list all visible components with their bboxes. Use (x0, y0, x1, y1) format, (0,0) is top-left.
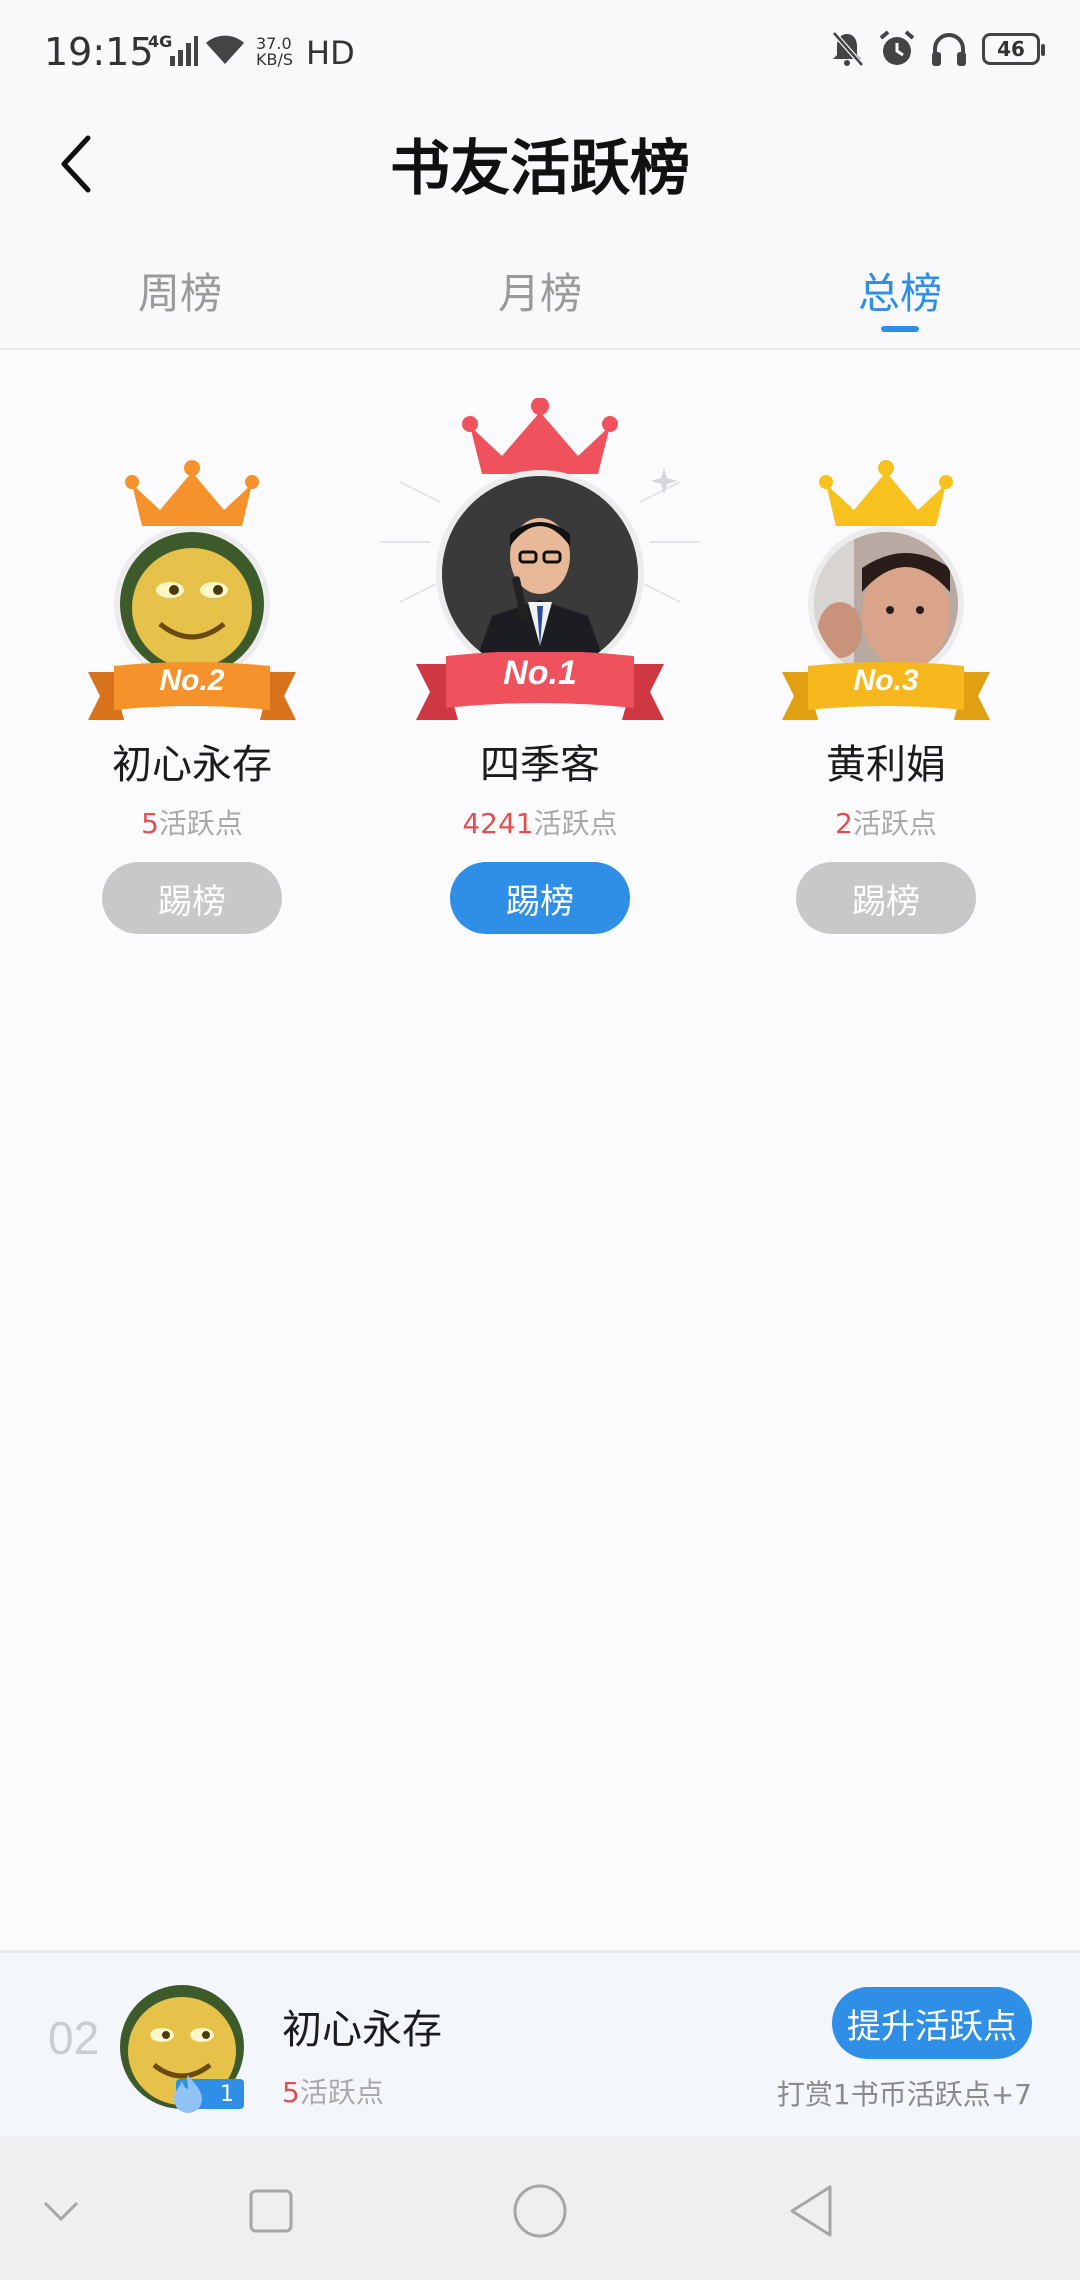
rank-name: 初心永存 (112, 742, 272, 788)
rank-points-value: 2 (835, 807, 853, 840)
square-icon (249, 2189, 293, 2233)
boost-activity-button[interactable]: 提升活跃点 (832, 1987, 1032, 2059)
nav-recents-button[interactable] (236, 2176, 306, 2246)
kick-button-label: 踢榜 (506, 881, 574, 922)
tab-bar: 周榜 月榜 总榜 (0, 230, 1080, 350)
header: 书友活跃榜 (0, 110, 1080, 230)
my-points: 5活跃点 (282, 2071, 384, 2111)
status-bar: 19:15 4G 37.0 KB/S HD 46 (0, 0, 1080, 110)
rank-third: No.3 黄利娟 2活跃点 踢榜 (736, 352, 1036, 952)
tab-total[interactable]: 总榜 (720, 230, 1080, 348)
my-rank-number: 02 (48, 2012, 100, 2064)
kick-button-label: 踢榜 (852, 881, 920, 922)
system-nav-bar (0, 2136, 1080, 2280)
kick-button-label: 踢榜 (158, 881, 226, 922)
my-name: 初心永存 (282, 2007, 442, 2053)
nav-home-button[interactable] (505, 2176, 575, 2246)
network-type: 4G (148, 32, 173, 51)
rank-name: 四季客 (480, 742, 600, 788)
kick-button[interactable]: 踢榜 (796, 862, 976, 934)
kick-button[interactable]: 踢榜 (102, 862, 282, 934)
my-points-value: 5 (282, 2076, 300, 2109)
triangle-back-icon (790, 2185, 832, 2237)
tab-weekly-label: 周榜 (137, 269, 222, 318)
tab-monthly[interactable]: 月榜 (360, 230, 720, 348)
rank-points-value: 5 (141, 807, 159, 840)
nav-back-button[interactable] (776, 2176, 846, 2246)
podium: No.2 初心永存 5活跃点 踢榜 No.1 四季客 4241活跃点 踢榜 No… (0, 352, 1080, 952)
rank-badge-no2: No.2 (159, 664, 225, 697)
rank-badge-no1: No.1 (503, 654, 577, 692)
circle-icon (513, 2184, 567, 2238)
network-speed: 37.0 KB/S (256, 36, 293, 68)
rank-name: 黄利娟 (826, 742, 946, 788)
rank-points-suffix: 活跃点 (533, 807, 618, 840)
battery-indicator: 46 (982, 33, 1045, 65)
mute-bell-icon (832, 31, 864, 67)
tab-weekly[interactable]: 周榜 (0, 230, 360, 348)
nav-collapse-button[interactable] (26, 2176, 96, 2246)
selfie-avatar-image (814, 532, 958, 676)
avatar[interactable] (808, 526, 964, 682)
rank-points: 5活跃点 (42, 802, 342, 842)
rank-points-value: 4241 (462, 807, 534, 840)
smiley-avatar-image (120, 532, 264, 676)
speaker-avatar-image (442, 476, 638, 672)
rank-points-suffix: 活跃点 (158, 807, 243, 840)
level-value: 1 (220, 2081, 234, 2107)
rank-second: No.2 初心永存 5活跃点 踢榜 (42, 352, 342, 952)
rank-points: 2活跃点 (736, 802, 1036, 842)
chevron-down-icon (43, 2201, 79, 2222)
tab-active-indicator (881, 326, 919, 332)
level-badge: 1 (174, 2075, 244, 2113)
tab-monthly-label: 月榜 (497, 269, 582, 318)
my-points-suffix: 活跃点 (299, 2076, 384, 2109)
page-title: 书友活跃榜 (390, 134, 690, 204)
crown-icon (125, 460, 259, 526)
status-icons: 46 (830, 30, 1045, 68)
hd-indicator: HD (306, 34, 355, 72)
rank-first: No.1 四季客 4241活跃点 踢榜 (380, 352, 700, 952)
avatar[interactable] (114, 526, 270, 682)
alarm-icon (879, 30, 915, 65)
crown-icon (819, 460, 953, 526)
crown-icon (462, 398, 618, 474)
rank-points: 4241活跃点 (390, 802, 690, 842)
status-time: 19:15 (44, 30, 154, 74)
boost-hint: 打赏1书币活跃点+7 (776, 2078, 1032, 2111)
signal-icon (170, 36, 198, 66)
my-rank-bar: 02 1 初心永存 5活跃点 提升活跃点 打赏1书币活跃点+7 (0, 1950, 1080, 2136)
kick-button[interactable]: 踢榜 (450, 862, 630, 934)
flame-icon (174, 2075, 202, 2113)
rank-points-suffix: 活跃点 (852, 807, 937, 840)
rank-badge-no3: No.3 (853, 664, 919, 697)
wifi-icon (206, 35, 244, 64)
speed-unit: KB/S (256, 50, 294, 69)
avatar[interactable] (436, 470, 644, 678)
headphones-icon (932, 33, 966, 66)
boost-activity-label: 提升活跃点 (847, 2006, 1017, 2047)
tab-total-label: 总榜 (857, 269, 942, 318)
